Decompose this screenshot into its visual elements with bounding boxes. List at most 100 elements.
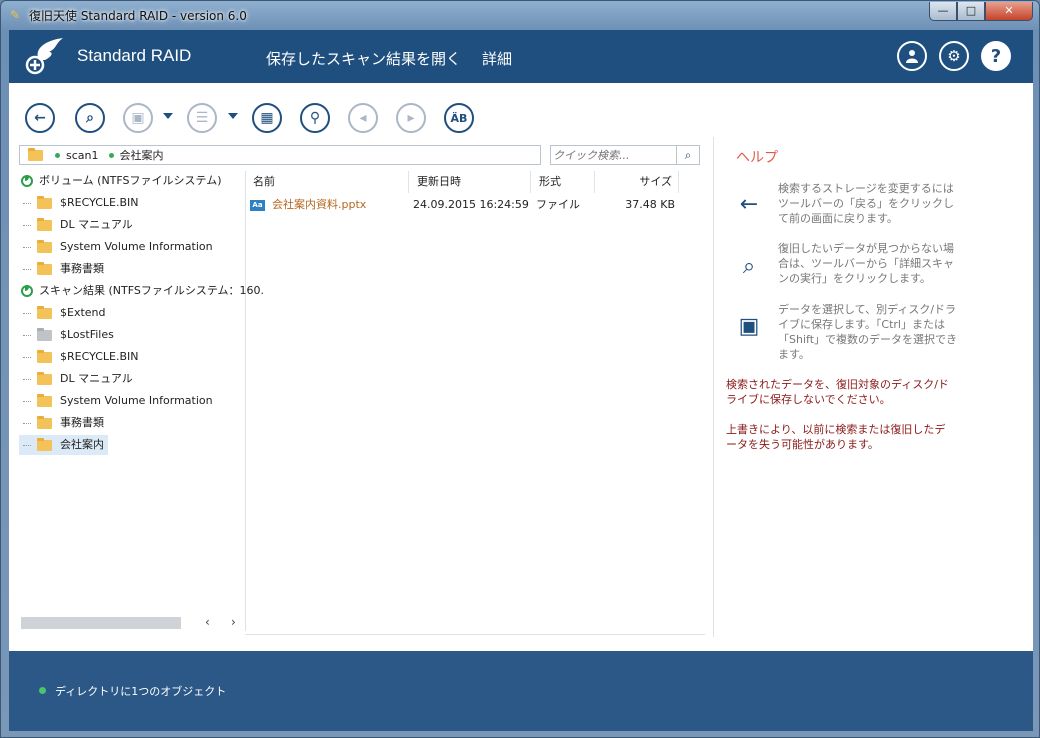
folder-icon xyxy=(37,437,52,451)
user-button[interactable] xyxy=(897,41,927,71)
tree-line xyxy=(23,246,31,248)
folder-icon xyxy=(37,239,52,253)
file-type: ファイル xyxy=(536,198,580,211)
help-icon: ? xyxy=(990,45,1002,67)
tree-item[interactable]: $RECYCLE.BIN xyxy=(19,193,138,213)
status-bar: ディレクトリに1つのオブジェクト xyxy=(9,651,1033,731)
tree-item[interactable]: 事務書類 xyxy=(19,259,104,279)
tree-item-scan-result[interactable]: スキャン結果 (NTFSファイルシステム：160. xyxy=(19,281,264,301)
tree-horizontal-scrollbar[interactable]: ‹ › xyxy=(19,615,245,631)
open-saved-scan-menu[interactable]: 保存したスキャン結果を開く xyxy=(266,48,461,69)
app-header: Standard RAID 保存したスキャン結果を開く 詳細 ⚙ ? xyxy=(9,30,1033,83)
tree-line xyxy=(23,224,31,226)
search-button[interactable]: ⌕ xyxy=(676,146,699,164)
tree-item-selected[interactable]: 会社案内 xyxy=(19,435,108,455)
close-button[interactable]: ✕ xyxy=(985,2,1033,21)
tree-item-label: System Volume Information xyxy=(60,394,213,407)
help-pane: ヘルプ ← 検索するストレージを変更するにはツールバーの「戻る」をクリックして前… xyxy=(713,137,1034,637)
deep-scan-button[interactable]: ⌕ xyxy=(75,103,105,133)
tree-item-label: DL マニュアル xyxy=(60,218,133,231)
column-header-date[interactable]: 更新日時 xyxy=(409,171,531,193)
view-list-button[interactable]: ☰ xyxy=(187,103,217,133)
find-button[interactable]: ⚲ xyxy=(300,103,330,133)
tree-item-volume[interactable]: ボリューム (NTFSファイルシステム) xyxy=(19,171,221,191)
tree-item-label: $LostFiles xyxy=(60,328,114,341)
breadcrumb-item-current[interactable]: 会社案内 xyxy=(120,147,164,163)
help-button[interactable]: ? xyxy=(981,41,1011,71)
tree-item[interactable]: DL マニュアル xyxy=(19,215,133,235)
window-controls: — □ ✕ xyxy=(929,2,1033,21)
folder-icon xyxy=(37,261,52,275)
tree-line xyxy=(23,334,31,336)
table-row[interactable]: Aa 会社案内資料.pptx 24.09.2015 16:24:59 ファイル … xyxy=(245,195,685,215)
column-header-size[interactable]: サイズ xyxy=(595,171,679,193)
folder-icon xyxy=(37,371,52,385)
prev-button[interactable]: ◂ xyxy=(348,103,378,133)
status-dot-icon xyxy=(108,152,114,158)
magnifier-icon: ⌕ xyxy=(742,253,756,279)
gear-icon: ⚙ xyxy=(947,47,961,65)
user-icon xyxy=(906,50,918,63)
tree-item-label: DL マニュアル xyxy=(60,372,133,385)
column-header-type[interactable]: 形式 xyxy=(531,171,595,193)
tree-item[interactable]: System Volume Information xyxy=(19,237,213,257)
tree-line xyxy=(23,400,31,402)
save-dropdown-icon[interactable] xyxy=(163,113,173,119)
tree-line xyxy=(23,356,31,358)
folder-icon xyxy=(37,415,52,429)
tree-item[interactable]: $LostFiles xyxy=(19,325,114,345)
scroll-left-icon[interactable]: ‹ xyxy=(205,615,210,629)
breadcrumb-item-scan1[interactable]: scan1 xyxy=(66,149,99,162)
maximize-button[interactable]: □ xyxy=(957,2,985,21)
tree-item[interactable]: DL マニュアル xyxy=(19,369,133,389)
skip-forward-icon: ▸ xyxy=(407,110,415,126)
search-input[interactable] xyxy=(553,147,677,163)
app-icon: ✎ xyxy=(10,8,21,22)
settings-button[interactable]: ⚙ xyxy=(939,41,969,71)
pptx-file-icon: Aa xyxy=(250,200,265,211)
arrow-left-icon: ← xyxy=(34,110,46,126)
column-header-name[interactable]: 名前 xyxy=(245,171,409,193)
help-warning: 検索されたデータを、復旧対象のディスク/ドライブに保存しないでください。 xyxy=(726,378,949,406)
tree-item-label: $RECYCLE.BIN xyxy=(60,350,139,363)
magnifier-icon: ⌕ xyxy=(86,110,94,126)
encoding-button[interactable]: ÄB xyxy=(444,103,474,133)
folder-tree: ボリューム (NTFSファイルシステム) $RECYCLE.BIN DL マニュ… xyxy=(19,171,264,631)
folder-icon xyxy=(37,393,52,407)
preview-button[interactable]: ▦ xyxy=(252,103,282,133)
main-content: ← ⌕ ▣ ☰ ▦ ⚲ ◂ ▸ ÄB scan1 会社案内 ⌕ ボリューム (N… xyxy=(9,83,1033,651)
advanced-menu[interactable]: 詳細 xyxy=(482,48,512,69)
scroll-right-icon[interactable]: › xyxy=(231,615,236,629)
help-warning: 上書きにより、以前に検索または復旧したデータを失う可能性があります。 xyxy=(726,423,946,451)
back-button[interactable]: ← xyxy=(25,103,55,133)
view-dropdown-icon[interactable] xyxy=(228,113,238,119)
quick-search: ⌕ xyxy=(550,145,700,165)
tree-line xyxy=(23,312,31,314)
tree-item[interactable]: $Extend xyxy=(19,303,106,323)
save-button[interactable]: ▣ xyxy=(123,103,153,133)
breadcrumb: scan1 会社案内 xyxy=(19,145,541,165)
tree-item[interactable]: 事務書類 xyxy=(19,413,104,433)
next-button[interactable]: ▸ xyxy=(396,103,426,133)
file-list: 名前 更新日時 形式 サイズ Aa 会社案内資料.pptx 24.09.2015… xyxy=(245,171,705,631)
minimize-button[interactable]: — xyxy=(929,2,957,21)
scrollbar-thumb[interactable] xyxy=(21,617,181,629)
window-title: 復旧天使 Standard RAID - version 6.0 xyxy=(29,9,247,23)
text-encoding-icon: ÄB xyxy=(450,111,468,125)
tree-item[interactable]: $RECYCLE.BIN xyxy=(19,347,138,367)
binoculars-icon: ⚲ xyxy=(309,110,321,126)
angel-wing-logo-icon xyxy=(25,38,63,75)
folder-icon xyxy=(37,217,52,231)
help-item: 復旧したいデータが見つからない場合は、ツールバーから「詳細スキャンの実行」をクリ… xyxy=(778,242,954,285)
folder-icon xyxy=(37,349,52,363)
floppy-icon: ▣ xyxy=(738,313,760,339)
folder-icon xyxy=(37,195,52,209)
tree-item-label: System Volume Information xyxy=(60,240,213,253)
tree-item-label: $Extend xyxy=(60,306,106,319)
tree-item-label: 事務書類 xyxy=(60,416,104,429)
file-date: 24.09.2015 16:24:59 xyxy=(413,198,529,211)
help-item: データを選択して、別ディスク/ドライブに保存します。「Ctrl」または「Shif… xyxy=(778,303,958,361)
floppy-icon: ▣ xyxy=(131,110,145,126)
tree-item-label: $RECYCLE.BIN xyxy=(60,196,139,209)
tree-item[interactable]: System Volume Information xyxy=(19,391,213,411)
